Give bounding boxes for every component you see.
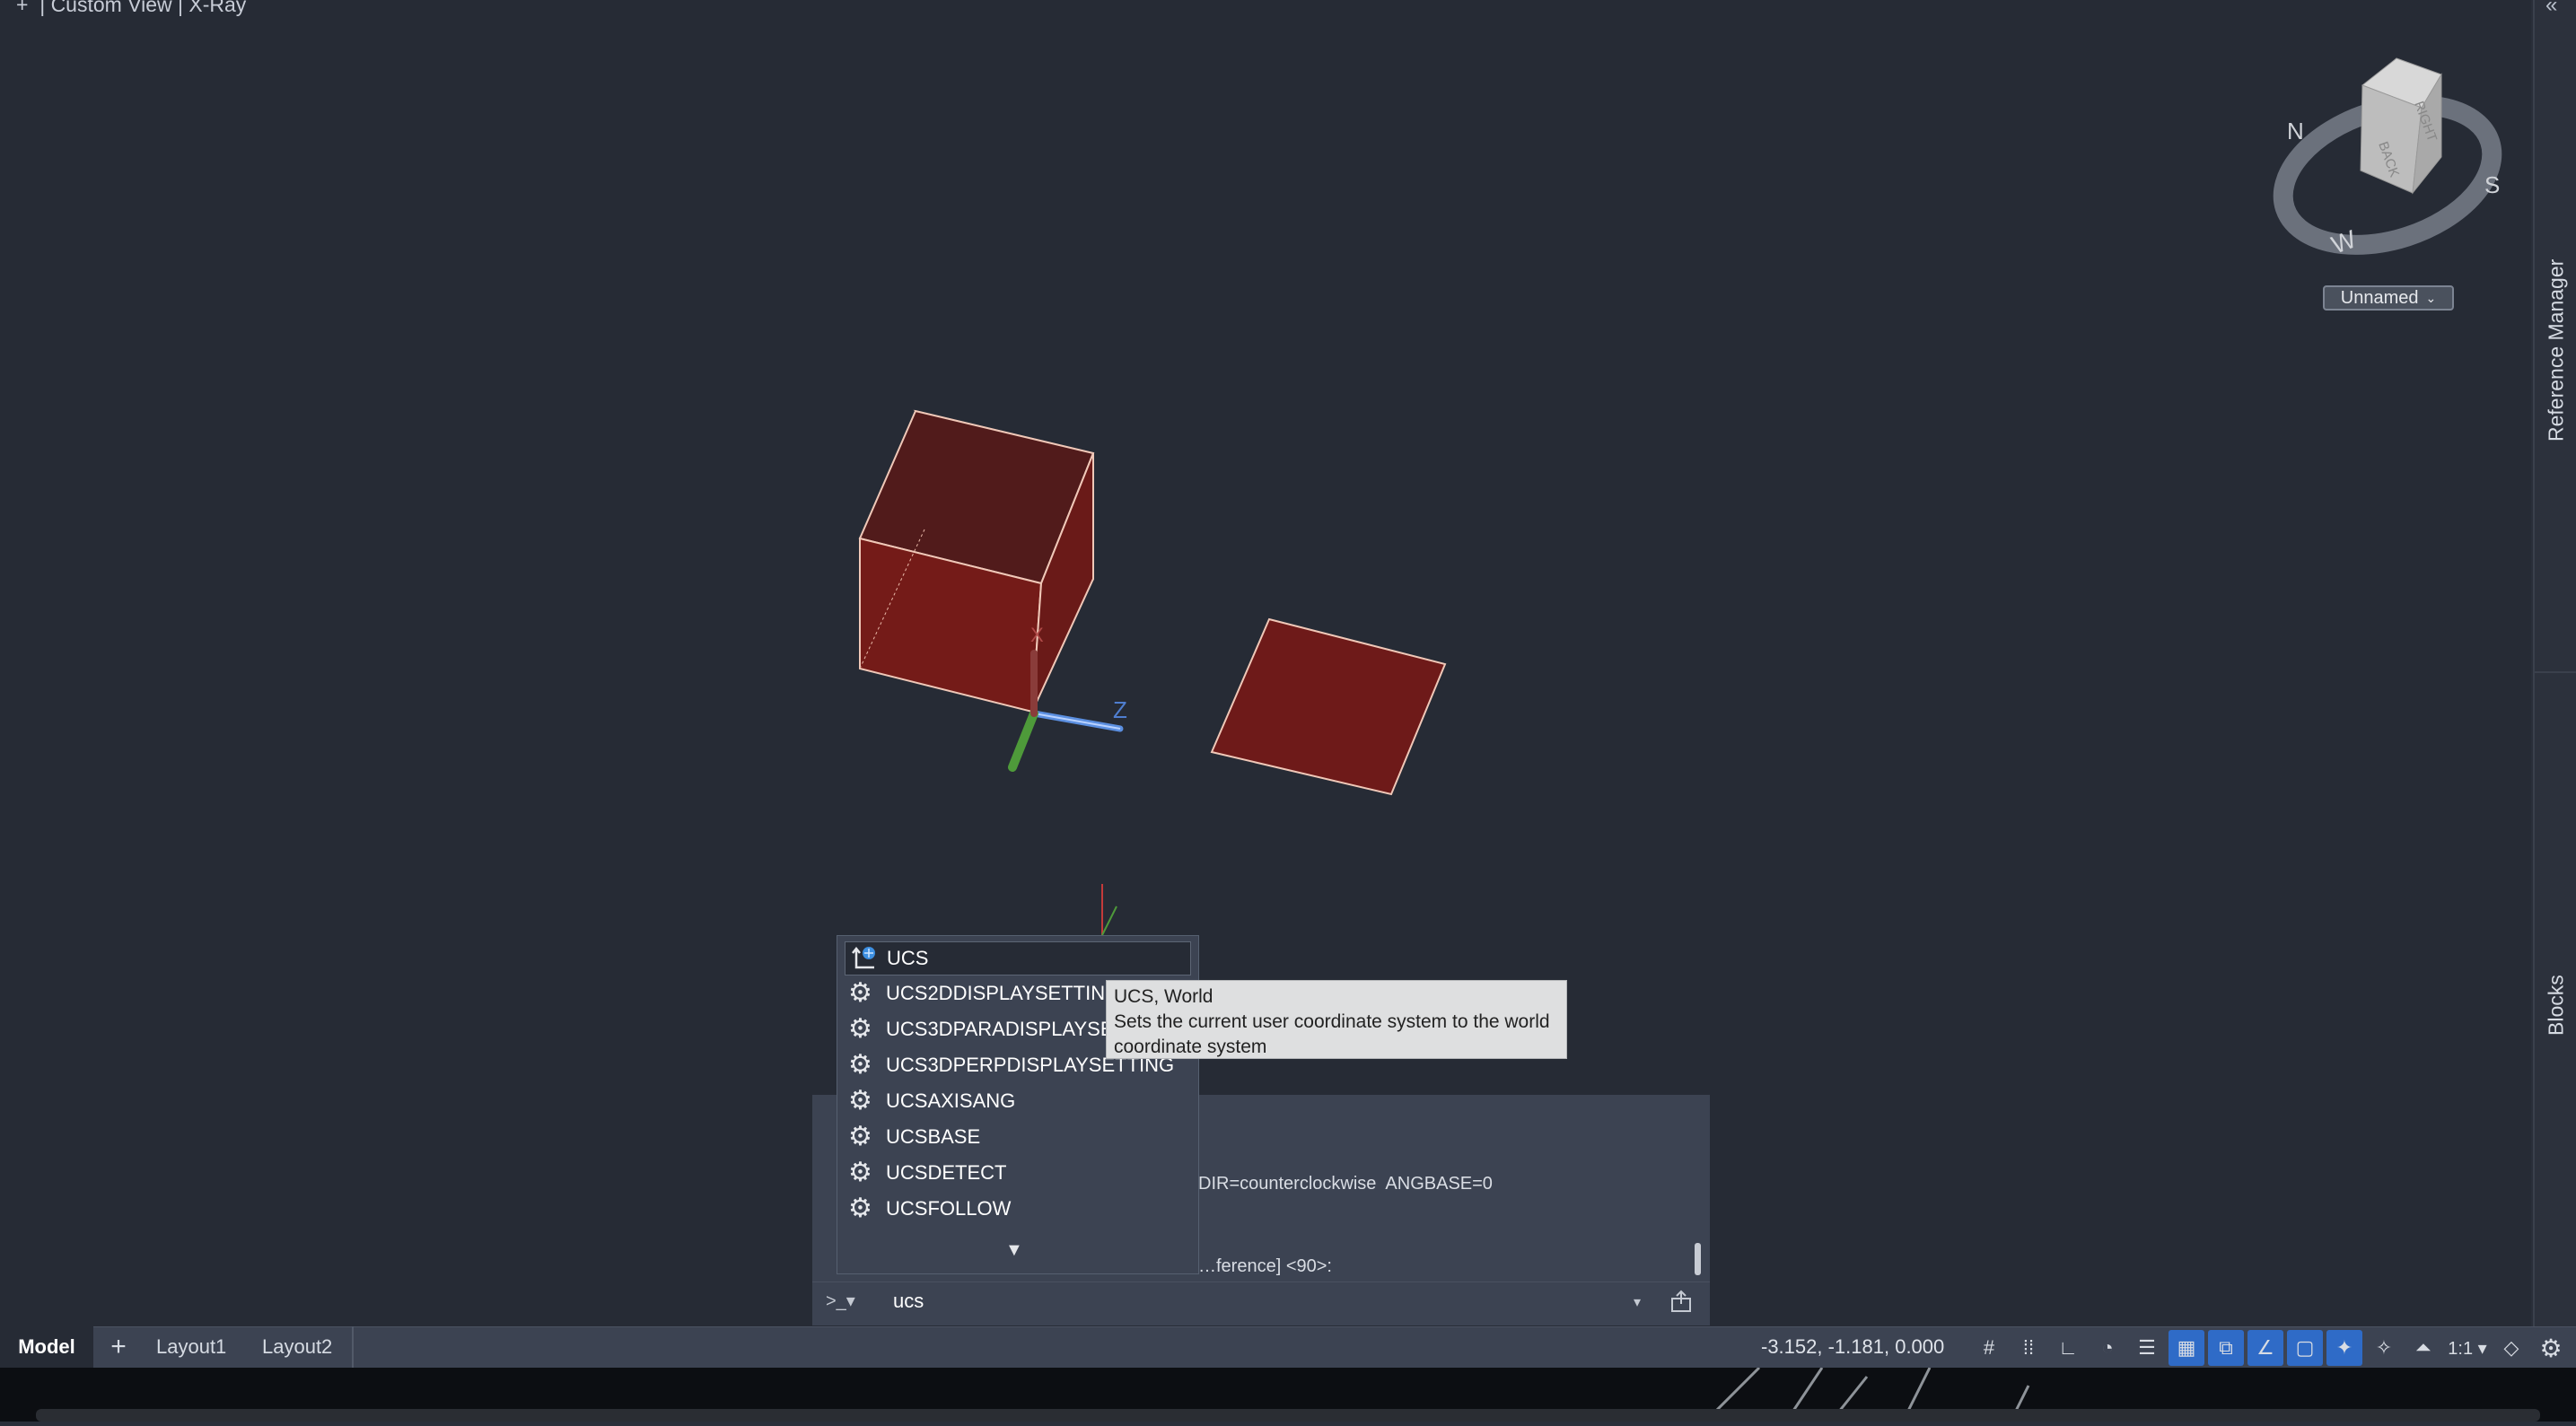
share-icon[interactable] (1669, 1290, 1693, 1313)
command-input[interactable]: ucs (893, 1290, 924, 1313)
palette-sidebar: Reference Manager Blocks (2533, 0, 2576, 1326)
history-line: …ference] <90>: (1198, 1256, 1332, 1276)
autocomplete-item-ucs[interactable]: UCS (845, 941, 1191, 975)
snap-icon[interactable]: ⁞⁞ (2011, 1330, 2046, 1366)
command-tooltip: UCS, World Sets the current user coordin… (1106, 980, 1567, 1059)
autocomplete-item[interactable]: ⚙ UCSFOLLOW (845, 1193, 1189, 1225)
desktop-wallpaper (36, 1366, 2540, 1423)
grid-icon[interactable]: # (1971, 1330, 2007, 1366)
tab-layout2[interactable]: Layout2 (251, 1326, 343, 1368)
gear-icon: ⚙ (848, 1122, 872, 1151)
tab-layout1[interactable]: Layout1 (145, 1326, 237, 1368)
gear-icon: ⚙ (848, 1194, 872, 1223)
autocomplete-item-label: UCSAXISANG (886, 1089, 1016, 1112)
command-prompt-icon[interactable]: >_▾ (826, 1290, 855, 1312)
polar-icon[interactable]: ◔ (2090, 1330, 2125, 1366)
ucs-z-label: Z (1113, 696, 1127, 723)
recent-commands-dropdown-icon[interactable]: ▾ (1634, 1293, 1641, 1311)
gear-icon: ⚙ (848, 1086, 872, 1115)
selection-cycling-icon[interactable]: ⧉ (2208, 1330, 2244, 1366)
gear-icon: ⚙ (848, 1014, 872, 1044)
ucs-icon (852, 946, 875, 969)
collapse-sidebar-icon[interactable]: « (2545, 0, 2557, 18)
settings-gear-icon[interactable]: ⚙ (2533, 1330, 2569, 1366)
autocomplete-item-label: UCSFOLLOW (886, 1197, 1012, 1220)
history-line: DIR=counterclockwise ANGBASE=0 (1198, 1174, 1493, 1194)
osnap-icon[interactable]: ∠ (2247, 1330, 2283, 1366)
named-view-label: Unnamed (2340, 287, 2419, 308)
tab-reference-manager[interactable]: Reference Manager (2538, 233, 2574, 467)
ucs-z-axis-highlight (1033, 713, 1121, 730)
autocomplete-item-label: UCS2DDISPLAYSETTING (886, 982, 1121, 1004)
square-surface[interactable] (1210, 617, 1447, 796)
desktop-background-strip (0, 1366, 2576, 1423)
autocomplete-item-label: UCSDETECT (886, 1161, 1007, 1184)
add-layout-button[interactable]: + (101, 1326, 136, 1368)
autocomplete-item[interactable]: ⚙ UCSAXISANG (845, 1085, 1189, 1117)
sidebar-divider (2535, 671, 2576, 673)
tab-divider (352, 1326, 354, 1368)
annotation-scale-value[interactable]: 1:1 ▾ (2445, 1330, 2490, 1366)
autocomplete-item[interactable]: ⚙ UCSDETECT (845, 1157, 1189, 1189)
compass-n[interactable]: N (2287, 118, 2304, 144)
ucs-x-label: X (1030, 624, 1044, 646)
workspace-icon[interactable]: ◇ (2493, 1330, 2529, 1366)
world-y-axis (1101, 905, 1117, 936)
tab-model[interactable]: Model (0, 1326, 93, 1368)
autocomplete-item[interactable]: ⚙ UCSBASE (845, 1121, 1189, 1153)
gear-icon: ⚙ (848, 978, 872, 1008)
command-line-bar (812, 1282, 1710, 1325)
tooltip-description: Sets the current user coordinate system … (1114, 1011, 1550, 1057)
autoscale-icon[interactable]: ✧ (2366, 1330, 2402, 1366)
autocomplete-more-icon[interactable]: ▼ (1005, 1240, 1023, 1261)
tooltip-title: UCS, World (1114, 986, 1214, 1007)
history-scrollbar[interactable] (1695, 1243, 1701, 1275)
dynucs-icon[interactable]: ▢ (2287, 1330, 2323, 1366)
gear-icon: ⚙ (848, 1158, 872, 1187)
transparency-icon[interactable]: ▦ (2169, 1330, 2204, 1366)
lineweight-icon[interactable]: ☰ (2129, 1330, 2165, 1366)
autocomplete-item-label: UCS (887, 947, 929, 969)
named-view-dropdown[interactable]: Unnamed ⌄ (2323, 285, 2454, 311)
viewcube[interactable]: RIGHT BACK N S W (2262, 49, 2513, 274)
status-toggles: # ⁞⁞ ∟ ◔ ☰ ▦ ⧉ ∠ ▢ ✦ ✧ ⏶ 1:1 ▾ ◇ ⚙ (1971, 1330, 2569, 1366)
compass-s[interactable]: S (2484, 171, 2500, 198)
tab-blocks[interactable]: Blocks (2538, 951, 2574, 1059)
ucs-y-axis[interactable] (1008, 709, 1038, 772)
ortho-icon[interactable]: ∟ (2050, 1330, 2086, 1366)
coordinate-readout[interactable]: -3.152, -1.181, 0.000 (1761, 1335, 1944, 1359)
autocomplete-item-label: UCSBASE (886, 1125, 981, 1148)
annotation-scale-icon[interactable]: ⏶ (2405, 1330, 2441, 1366)
chevron-down-icon: ⌄ (2425, 290, 2437, 305)
gear-icon: ⚙ (848, 1050, 872, 1080)
annotation-visibility-icon[interactable]: ✦ (2326, 1330, 2362, 1366)
viewport-controls-label[interactable]: + | Custom View | X-Ray (16, 0, 246, 17)
